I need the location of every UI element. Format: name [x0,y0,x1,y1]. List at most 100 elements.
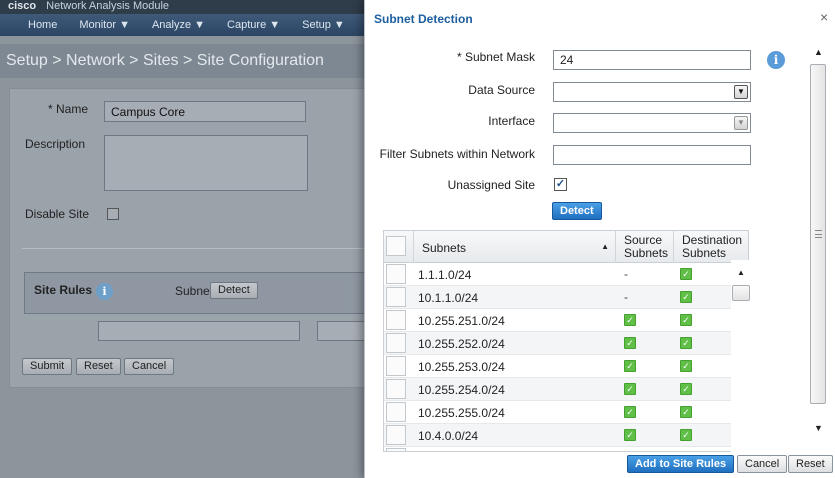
chevron-down-icon: ▼ [734,116,748,130]
row-checkbox[interactable] [386,425,406,445]
table-row[interactable]: 10.255.255.0/24 ✓ ✓ [384,401,748,424]
interface-label: Interface [488,114,535,128]
rule-input-1[interactable] [98,321,300,341]
reset-button[interactable]: Reset [76,358,121,375]
grip-icon [815,230,822,238]
dialog-scrollbar[interactable]: ▲ ▼ [809,40,827,438]
row-checkbox[interactable] [386,333,406,353]
site-rules-label: Site Rules [34,283,93,297]
table-row[interactable]: 10.4.0.0/24 ✓ ✓ [384,424,748,447]
name-input[interactable]: Campus Core [104,101,306,122]
divider [22,248,372,249]
info-icon[interactable]: i [767,51,785,69]
nav-capture[interactable]: Capture ▼ [216,19,291,31]
subnet-label: Subnet [175,284,214,298]
select-all-header [384,231,414,263]
row-checkbox[interactable] [386,402,406,422]
source-cell: - [624,290,628,304]
destination-header-line2: Subnets [682,246,727,260]
nav-analyze[interactable]: Analyze ▼ [141,19,216,31]
subnet-cell: 10.255.254.0/24 [418,383,505,397]
row-checkbox[interactable] [386,379,406,399]
destination-check-icon: ✓ [680,406,692,418]
close-icon[interactable]: × [820,9,828,25]
subnets-column-header[interactable]: Subnets ▲ [414,231,616,263]
row-checkbox[interactable] [386,287,406,307]
scroll-down-icon[interactable]: ▼ [814,423,823,433]
disable-site-checkbox[interactable] [107,208,119,220]
select-all-checkbox[interactable] [386,236,406,256]
interface-select[interactable]: ▼ [553,113,751,133]
subnets-grid: Subnets ▲ Source Subnets Destination Subne… [383,230,749,452]
subnet-detection-dialog: Subnet Detection × * Subnet Mask 24 i Da… [364,0,835,478]
sort-asc-icon: ▲ [601,242,609,251]
destination-check-icon: ✓ [680,291,692,303]
row-checkbox[interactable] [386,356,406,376]
detect-button[interactable]: Detect [552,202,602,220]
add-to-site-rules-button[interactable]: Add to Site Rules [627,455,735,473]
info-icon[interactable]: i [96,283,113,300]
name-label: * Name [48,102,89,116]
table-row[interactable]: 10.255.254.0/24 ✓ ✓ [384,378,748,401]
nav-monitor[interactable]: Monitor ▼ [68,19,141,31]
source-check-icon: ✓ [624,383,636,395]
destination-check-icon: ✓ [680,337,692,349]
table-row[interactable]: 10.1.1.0/24 - ✓ [384,286,748,309]
source-check-icon: ✓ [624,314,636,326]
dialog-scroll-thumb[interactable] [810,64,826,404]
dialog-reset-button[interactable]: Reset [788,455,833,473]
subnet-mask-label: * Subnet Mask [456,50,535,64]
subnet-cell: 10.1.1.0/24 [418,291,479,305]
destination-check-icon: ✓ [680,360,692,372]
site-rules-panel: Site Rules i Subnet Detect [24,272,372,314]
row-checkbox[interactable] [386,448,406,451]
dialog-title: Subnet Detection [374,12,473,26]
destination-check-icon: ✓ [680,429,692,441]
destination-header-line1: Destination [682,233,743,247]
source-check-icon: ✓ [624,406,636,418]
cancel-button[interactable]: Cancel [124,358,175,375]
site-rules-detect-button[interactable]: Detect [210,282,258,299]
unassigned-site-checkbox[interactable]: ✓ [554,178,567,191]
nav-setup[interactable]: Setup ▼ [291,19,356,31]
source-cell: - [624,267,628,281]
data-source-label: Data Source [468,83,535,97]
description-label: Description [25,137,86,151]
unassigned-site-label: Unassigned Site [447,178,535,192]
cisco-logo: cisco [8,0,37,12]
source-check-icon: ✓ [624,360,636,372]
subnet-cell: 10.255.253.0/24 [418,360,505,374]
nav-home[interactable]: Home [0,19,68,31]
grid-header: Subnets ▲ Source Subnets Destination Subne… [384,231,748,263]
data-source-select[interactable]: ▼ [553,82,751,102]
table-row[interactable]: 1.1.1.0/24 - ✓ [384,263,748,286]
dialog-cancel-button[interactable]: Cancel [737,455,788,473]
table-row[interactable]: 10.255.253.0/24 ✓ ✓ [384,355,748,378]
source-check-icon: ✓ [624,429,636,441]
filter-subnets-input[interactable] [553,145,751,165]
description-textarea[interactable] [104,135,308,191]
table-row[interactable]: 10.255.252.0/24 ✓ ✓ [384,332,748,355]
destination-check-icon: ✓ [680,383,692,395]
grid-scrollbar[interactable]: ▲ [731,260,751,452]
table-row[interactable]: 10.255.251.0/24 ✓ ✓ [384,309,748,332]
background-page: cisco Network Analysis Module Home Monito… [0,0,372,478]
grid-scroll-thumb[interactable] [732,285,750,301]
destination-check-icon: ✓ [680,314,692,326]
subnet-cell: 10.255.252.0/24 [418,337,505,351]
row-checkbox[interactable] [386,310,406,330]
destination-subnets-header[interactable]: Destination Subnets [674,231,748,263]
source-subnets-header[interactable]: Source Subnets [616,231,674,263]
row-checkbox[interactable] [386,264,406,284]
subnet-mask-input[interactable]: 24 [553,50,751,70]
filter-subnets-label: Filter Subnets within Network [379,147,535,161]
source-header-line2: Subnets [624,246,669,260]
top-nav: Home Monitor ▼ Analyze ▼ Capture ▼ Setup… [0,14,372,36]
scroll-up-icon[interactable]: ▲ [814,47,823,57]
scroll-up-icon[interactable]: ▲ [737,268,745,277]
submit-button[interactable]: Submit [22,358,73,375]
subnet-cell: 10.255.251.0/24 [418,314,505,328]
table-row[interactable]: 10.4.1.0/24✓✓ [384,447,748,451]
chevron-down-icon: ▼ [734,85,748,99]
source-check-icon: ✓ [624,337,636,349]
